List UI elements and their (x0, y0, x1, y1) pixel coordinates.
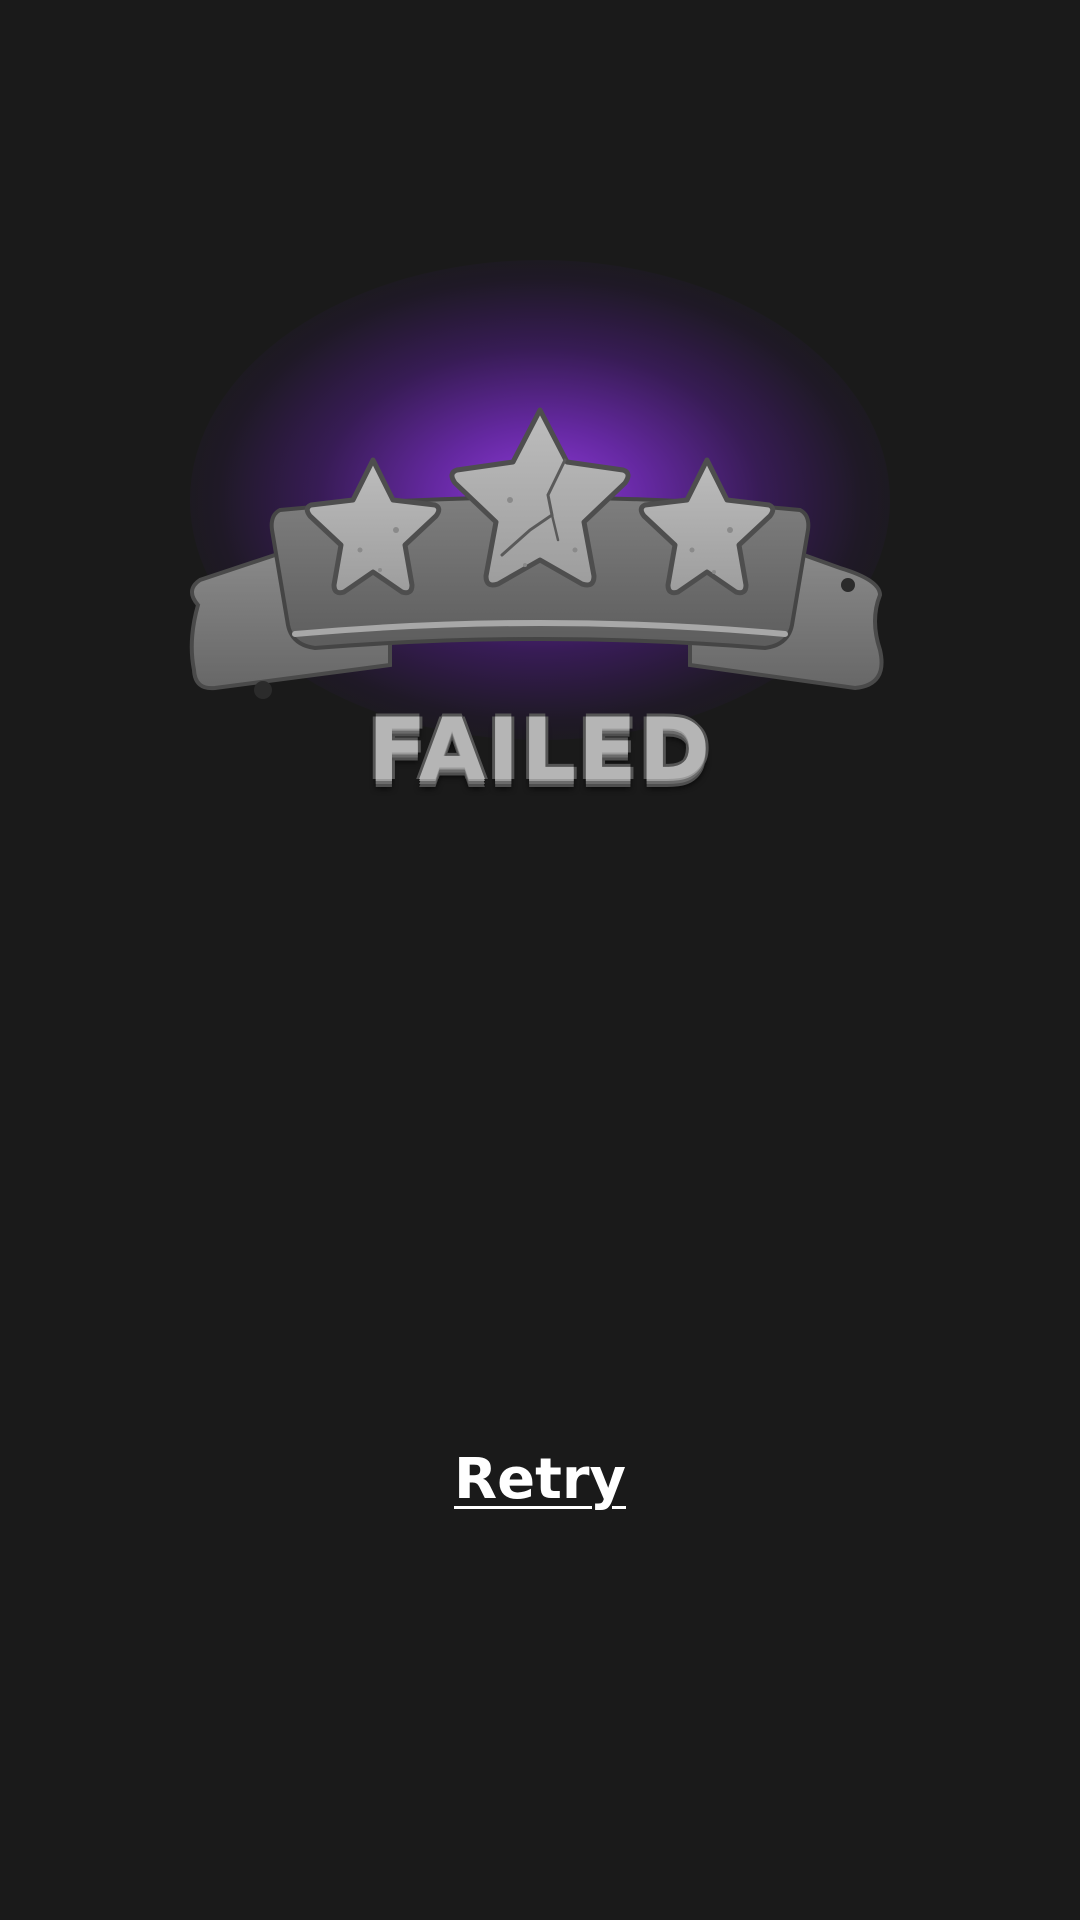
ribbon-hole (841, 578, 855, 592)
result-title: FAILED (367, 700, 713, 800)
ribbon-notch (254, 681, 272, 699)
retry-button[interactable]: Retry (430, 1440, 650, 1520)
level-failed-screen: FAILED Retry (0, 0, 1080, 1920)
